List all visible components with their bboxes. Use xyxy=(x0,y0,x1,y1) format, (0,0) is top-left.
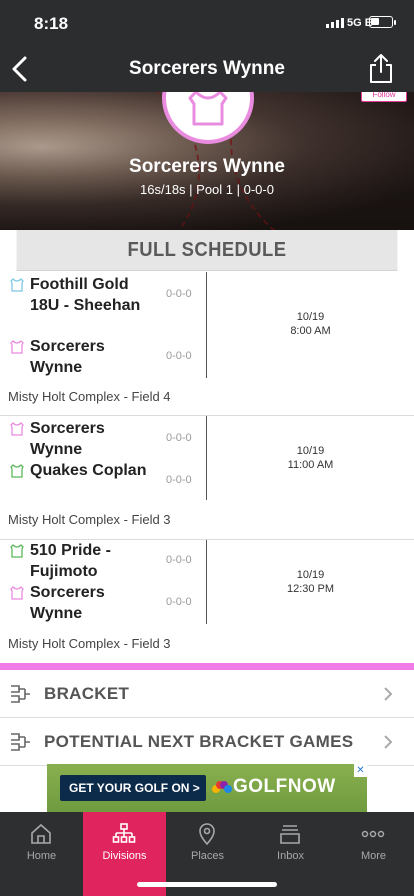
share-icon xyxy=(370,54,392,83)
team-record: 0-0-0 xyxy=(166,350,192,362)
more-icon xyxy=(361,830,385,838)
signal-icon xyxy=(326,18,344,28)
jersey-icon xyxy=(188,92,228,126)
battery-tip xyxy=(394,20,396,25)
game-time: 10/19 11:00 AM xyxy=(207,444,414,472)
chevron-right-icon xyxy=(384,687,393,701)
divisions-icon xyxy=(112,823,136,843)
tab-label: Inbox xyxy=(277,850,304,862)
game-team-1[interactable]: 510 Pride - Fujimoto 0-0-0 xyxy=(10,540,206,582)
status-time: 8:18 xyxy=(34,14,69,33)
team-name: Quakes Coplan xyxy=(30,462,147,479)
battery-icon xyxy=(369,16,393,28)
game-clock: 11:00 AM xyxy=(287,459,334,471)
jersey-icon xyxy=(10,278,24,292)
team-hero: Follow Sorcerers Wynne 16s/18s | Pool 1 … xyxy=(0,92,414,230)
potential-bracket-link[interactable]: POTENTIAL NEXT BRACKET GAMES xyxy=(0,718,414,766)
game-date: 10/19 xyxy=(296,311,325,323)
game-date: 10/19 xyxy=(296,445,325,457)
tab-home[interactable]: Home xyxy=(0,812,83,896)
home-icon xyxy=(31,823,51,844)
game-card[interactable]: Sorcerers Wynne 0-0-0 Quakes Coplan 0-0-… xyxy=(0,416,414,540)
team-record: 0-0-0 xyxy=(166,288,192,300)
team-name: Sorcerers Wynne xyxy=(30,420,105,458)
jersey-icon xyxy=(10,586,24,600)
team-record: 0-0-0 xyxy=(166,554,192,566)
schedule-header: FULL SCHEDULE xyxy=(16,230,398,271)
game-venue: Misty Holt Complex - Field 3 xyxy=(8,512,171,527)
tab-label: Divisions xyxy=(102,850,147,862)
game-venue: Misty Holt Complex - Field 3 xyxy=(8,636,171,651)
jersey-icon xyxy=(10,340,24,354)
team-name: 510 Pride - Fujimoto xyxy=(30,542,111,580)
game-team-1[interactable]: Sorcerers Wynne 0-0-0 xyxy=(10,418,206,460)
follow-button[interactable]: Follow xyxy=(361,92,407,102)
jersey-icon xyxy=(10,544,24,558)
team-name: Sorcerers Wynne xyxy=(30,584,105,622)
top-bar: 8:18 5G E Sorcerers Wynne xyxy=(0,0,414,92)
tab-more[interactable]: More xyxy=(332,812,414,896)
team-meta: 16s/18s | Pool 1 | 0-0-0 xyxy=(140,182,274,197)
game-date: 10/19 xyxy=(296,569,325,581)
team-name: Foothill Gold 18U - Sheehan xyxy=(30,276,141,314)
game-card[interactable]: 510 Pride - Fujimoto 0-0-0 Sorcerers Wyn… xyxy=(0,540,414,663)
tab-label: Places xyxy=(190,850,225,862)
team-name: Sorcerers Wynne xyxy=(129,156,285,177)
peacock-icon xyxy=(212,781,232,793)
game-clock: 12:30 PM xyxy=(286,583,335,595)
game-time: 10/19 8:00 AM xyxy=(207,310,414,338)
tab-label: Home xyxy=(26,850,57,862)
team-record: 0-0-0 xyxy=(166,474,192,486)
page-title: Sorcerers Wynne xyxy=(129,58,285,79)
team-record: 0-0-0 xyxy=(166,432,192,444)
game-team-2[interactable]: Sorcerers Wynne 0-0-0 xyxy=(10,336,206,378)
tab-label: More xyxy=(360,850,387,862)
section-divider xyxy=(0,663,414,670)
potential-bracket-label: POTENTIAL NEXT BRACKET GAMES xyxy=(44,732,354,751)
places-icon xyxy=(199,823,215,846)
bracket-link[interactable]: BRACKET xyxy=(0,670,414,718)
chevron-right-icon xyxy=(384,735,393,749)
ad-cta-button[interactable]: GET YOUR GOLF ON > xyxy=(60,775,206,801)
game-clock: 8:00 AM xyxy=(290,325,331,337)
jersey-icon xyxy=(10,422,24,436)
home-indicator xyxy=(137,882,277,887)
team-name: Sorcerers Wynne xyxy=(30,338,105,376)
bracket-icon xyxy=(11,685,30,703)
game-team-2[interactable]: Sorcerers Wynne 0-0-0 xyxy=(10,582,206,624)
game-team-2[interactable]: Quakes Coplan 0-0-0 xyxy=(10,460,206,502)
game-time: 10/19 12:30 PM xyxy=(207,568,414,596)
bracket-label: BRACKET xyxy=(44,684,130,703)
game-team-1[interactable]: Foothill Gold 18U - Sheehan 0-0-0 xyxy=(10,274,206,336)
bracket-icon xyxy=(11,733,30,751)
ad-brand: GOLFNOW xyxy=(233,776,336,797)
team-record: 0-0-0 xyxy=(166,596,192,608)
game-venue: Misty Holt Complex - Field 4 xyxy=(8,389,171,404)
ad-close-icon[interactable]: ✕ xyxy=(354,764,367,777)
jersey-icon xyxy=(10,464,24,478)
game-card[interactable]: Foothill Gold 18U - Sheehan 0-0-0 Sorcer… xyxy=(0,272,414,416)
inbox-icon xyxy=(280,825,300,844)
ad-banner[interactable]: GET YOUR GOLF ON > GOLFNOW xyxy=(47,764,367,814)
share-button[interactable] xyxy=(366,52,396,84)
